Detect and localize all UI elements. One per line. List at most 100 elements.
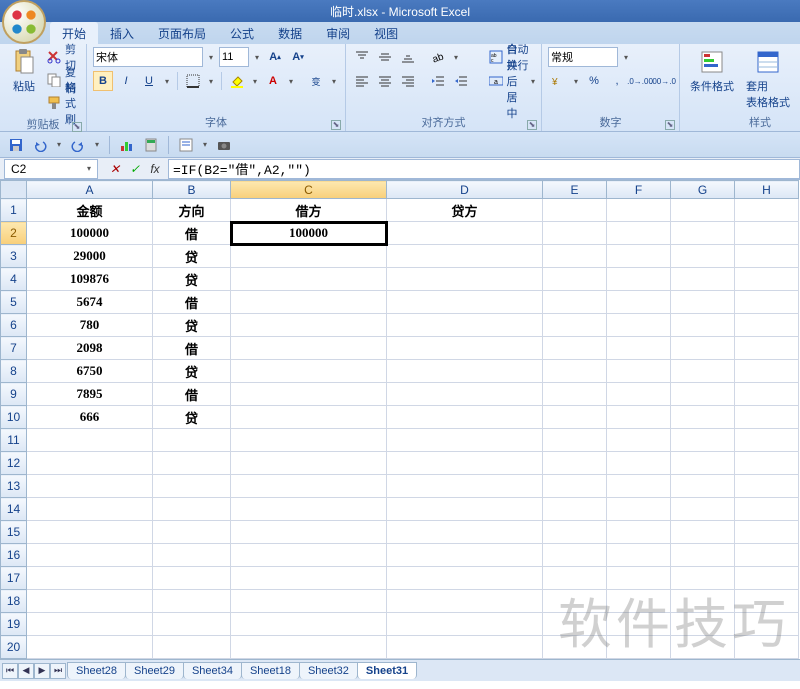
cell-B19[interactable] <box>153 613 231 636</box>
cell-H4[interactable] <box>735 268 799 291</box>
cell-E12[interactable] <box>543 452 607 475</box>
border-button[interactable] <box>183 71 203 91</box>
col-header-E[interactable]: E <box>543 181 607 199</box>
cell-G19[interactable] <box>671 613 735 636</box>
enter-icon[interactable]: ✓ <box>126 160 144 178</box>
cell-F10[interactable] <box>607 406 671 429</box>
cell-G4[interactable] <box>671 268 735 291</box>
cell-D8[interactable] <box>387 360 543 383</box>
cell-B12[interactable] <box>153 452 231 475</box>
cell-D5[interactable] <box>387 291 543 314</box>
cell-F4[interactable] <box>607 268 671 291</box>
cell-D14[interactable] <box>387 498 543 521</box>
cell-A17[interactable] <box>27 567 153 590</box>
format-painter-button[interactable]: 格式刷 <box>46 92 80 114</box>
cell-G5[interactable] <box>671 291 735 314</box>
cell-E8[interactable] <box>543 360 607 383</box>
cell-A15[interactable] <box>27 521 153 544</box>
cell-H7[interactable] <box>735 337 799 360</box>
cell-F6[interactable] <box>607 314 671 337</box>
col-header-C[interactable]: C <box>231 181 387 199</box>
col-header-A[interactable]: A <box>27 181 153 199</box>
cell-D7[interactable] <box>387 337 543 360</box>
sheet-nav-next[interactable]: ▶ <box>34 663 50 679</box>
cell-D15[interactable] <box>387 521 543 544</box>
increase-font-button[interactable]: A▴ <box>265 47 285 67</box>
row-header-13[interactable]: 13 <box>1 475 27 498</box>
cell-A10[interactable]: 666 <box>27 406 153 429</box>
row-header-16[interactable]: 16 <box>1 544 27 567</box>
cell-D16[interactable] <box>387 544 543 567</box>
increase-indent-button[interactable] <box>451 71 471 91</box>
cell-G2[interactable] <box>671 222 735 245</box>
cell-F16[interactable] <box>607 544 671 567</box>
cell-B6[interactable]: 贷 <box>153 314 231 337</box>
cell-A6[interactable]: 780 <box>27 314 153 337</box>
cell-A14[interactable] <box>27 498 153 521</box>
cell-B17[interactable] <box>153 567 231 590</box>
cell-B20[interactable] <box>153 636 231 659</box>
ribbon-tab-1[interactable]: 插入 <box>98 22 146 44</box>
cell-F3[interactable] <box>607 245 671 268</box>
cell-E9[interactable] <box>543 383 607 406</box>
row-header-5[interactable]: 5 <box>1 291 27 314</box>
cell-C17[interactable] <box>231 567 387 590</box>
col-header-G[interactable]: G <box>671 181 735 199</box>
row-header-17[interactable]: 17 <box>1 567 27 590</box>
cell-E3[interactable] <box>543 245 607 268</box>
fx-icon[interactable]: fx <box>146 160 164 178</box>
cell-C9[interactable] <box>231 383 387 406</box>
cell-C14[interactable] <box>231 498 387 521</box>
cell-C12[interactable] <box>231 452 387 475</box>
cell-C2[interactable]: 100000 <box>231 222 387 245</box>
font-size-dropdown[interactable]: ▾ <box>252 53 262 62</box>
sheet-nav-last[interactable]: ⏭ <box>50 663 66 679</box>
cell-D17[interactable] <box>387 567 543 590</box>
cell-C15[interactable] <box>231 521 387 544</box>
font-size-combo[interactable] <box>219 47 249 67</box>
row-header-6[interactable]: 6 <box>1 314 27 337</box>
cell-D9[interactable] <box>387 383 543 406</box>
sheet-tab-Sheet18[interactable]: Sheet18 <box>241 662 300 679</box>
office-button[interactable] <box>2 0 46 44</box>
cell-B15[interactable] <box>153 521 231 544</box>
row-header-14[interactable]: 14 <box>1 498 27 521</box>
font-dialog-launcher[interactable]: ⬊ <box>331 120 341 130</box>
decrease-indent-button[interactable] <box>428 71 448 91</box>
cell-E5[interactable] <box>543 291 607 314</box>
col-header-B[interactable]: B <box>153 181 231 199</box>
cell-G6[interactable] <box>671 314 735 337</box>
cell-G11[interactable] <box>671 429 735 452</box>
orientation-button[interactable]: ab <box>428 47 448 67</box>
cell-H14[interactable] <box>735 498 799 521</box>
bold-button[interactable]: B <box>93 71 113 91</box>
cell-H8[interactable] <box>735 360 799 383</box>
decrease-font-button[interactable]: A▾ <box>288 47 308 67</box>
underline-button[interactable]: U <box>139 71 159 91</box>
cell-A5[interactable]: 5674 <box>27 291 153 314</box>
cell-G13[interactable] <box>671 475 735 498</box>
cell-H13[interactable] <box>735 475 799 498</box>
cell-A18[interactable] <box>27 590 153 613</box>
cell-G18[interactable] <box>671 590 735 613</box>
font-name-dropdown[interactable]: ▾ <box>206 53 216 62</box>
phonetic-button[interactable]: 变 <box>306 71 326 91</box>
cell-H5[interactable] <box>735 291 799 314</box>
align-bottom-button[interactable] <box>398 47 418 67</box>
cell-B5[interactable]: 借 <box>153 291 231 314</box>
row-header-7[interactable]: 7 <box>1 337 27 360</box>
cell-E1[interactable] <box>543 199 607 222</box>
cell-G14[interactable] <box>671 498 735 521</box>
cell-G15[interactable] <box>671 521 735 544</box>
row-header-20[interactable]: 20 <box>1 636 27 659</box>
align-top-button[interactable] <box>352 47 372 67</box>
col-header-H[interactable]: H <box>735 181 799 199</box>
cell-H11[interactable] <box>735 429 799 452</box>
cell-F7[interactable] <box>607 337 671 360</box>
row-header-1[interactable]: 1 <box>1 199 27 222</box>
cell-B3[interactable]: 贷 <box>153 245 231 268</box>
qat-camera-icon[interactable] <box>214 135 234 155</box>
row-header-2[interactable]: 2 <box>1 222 27 245</box>
name-box[interactable]: C2▾ <box>4 159 98 179</box>
cell-B8[interactable]: 贷 <box>153 360 231 383</box>
